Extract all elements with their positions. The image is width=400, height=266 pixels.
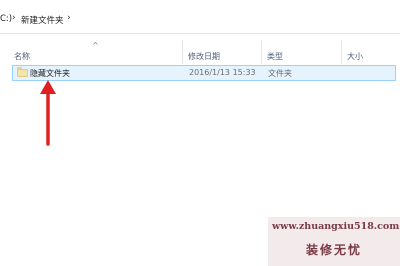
file-modified-date: 2016/1/13 15:33 [189,68,256,77]
watermark-url: www.zhuangxiu518.com [272,221,400,232]
file-name: 隐藏文件夹 [30,69,70,78]
watermark-name: 装修无忧 [305,243,362,257]
red-pointer-arrow-icon [40,80,56,146]
column-header-row: ^ 名称 修改日期 类型 大小 [0,36,400,64]
breadcrumb-chevron-icon[interactable]: › [67,13,71,23]
address-bar[interactable]: C:) › 新建文件夹 › [0,0,400,34]
watermark: www.zhuangxiu518.com 装修无忧 [268,217,400,266]
file-type: 文件夹 [268,69,292,78]
folder-icon [17,67,28,77]
address-drive-fragment[interactable]: C:) [0,14,12,24]
breadcrumb-current-folder[interactable]: 新建文件夹 [21,14,64,26]
breadcrumb-chevron-icon[interactable]: › [12,13,16,23]
column-header-name[interactable]: 名称 [8,36,182,64]
file-row-selected[interactable]: 隐藏文件夹 2016/1/13 15:33 文件夹 [12,65,396,81]
column-header-size[interactable]: 大小 [341,36,400,64]
column-header-type[interactable]: 类型 [261,36,341,64]
column-header-date[interactable]: 修改日期 [182,36,261,64]
